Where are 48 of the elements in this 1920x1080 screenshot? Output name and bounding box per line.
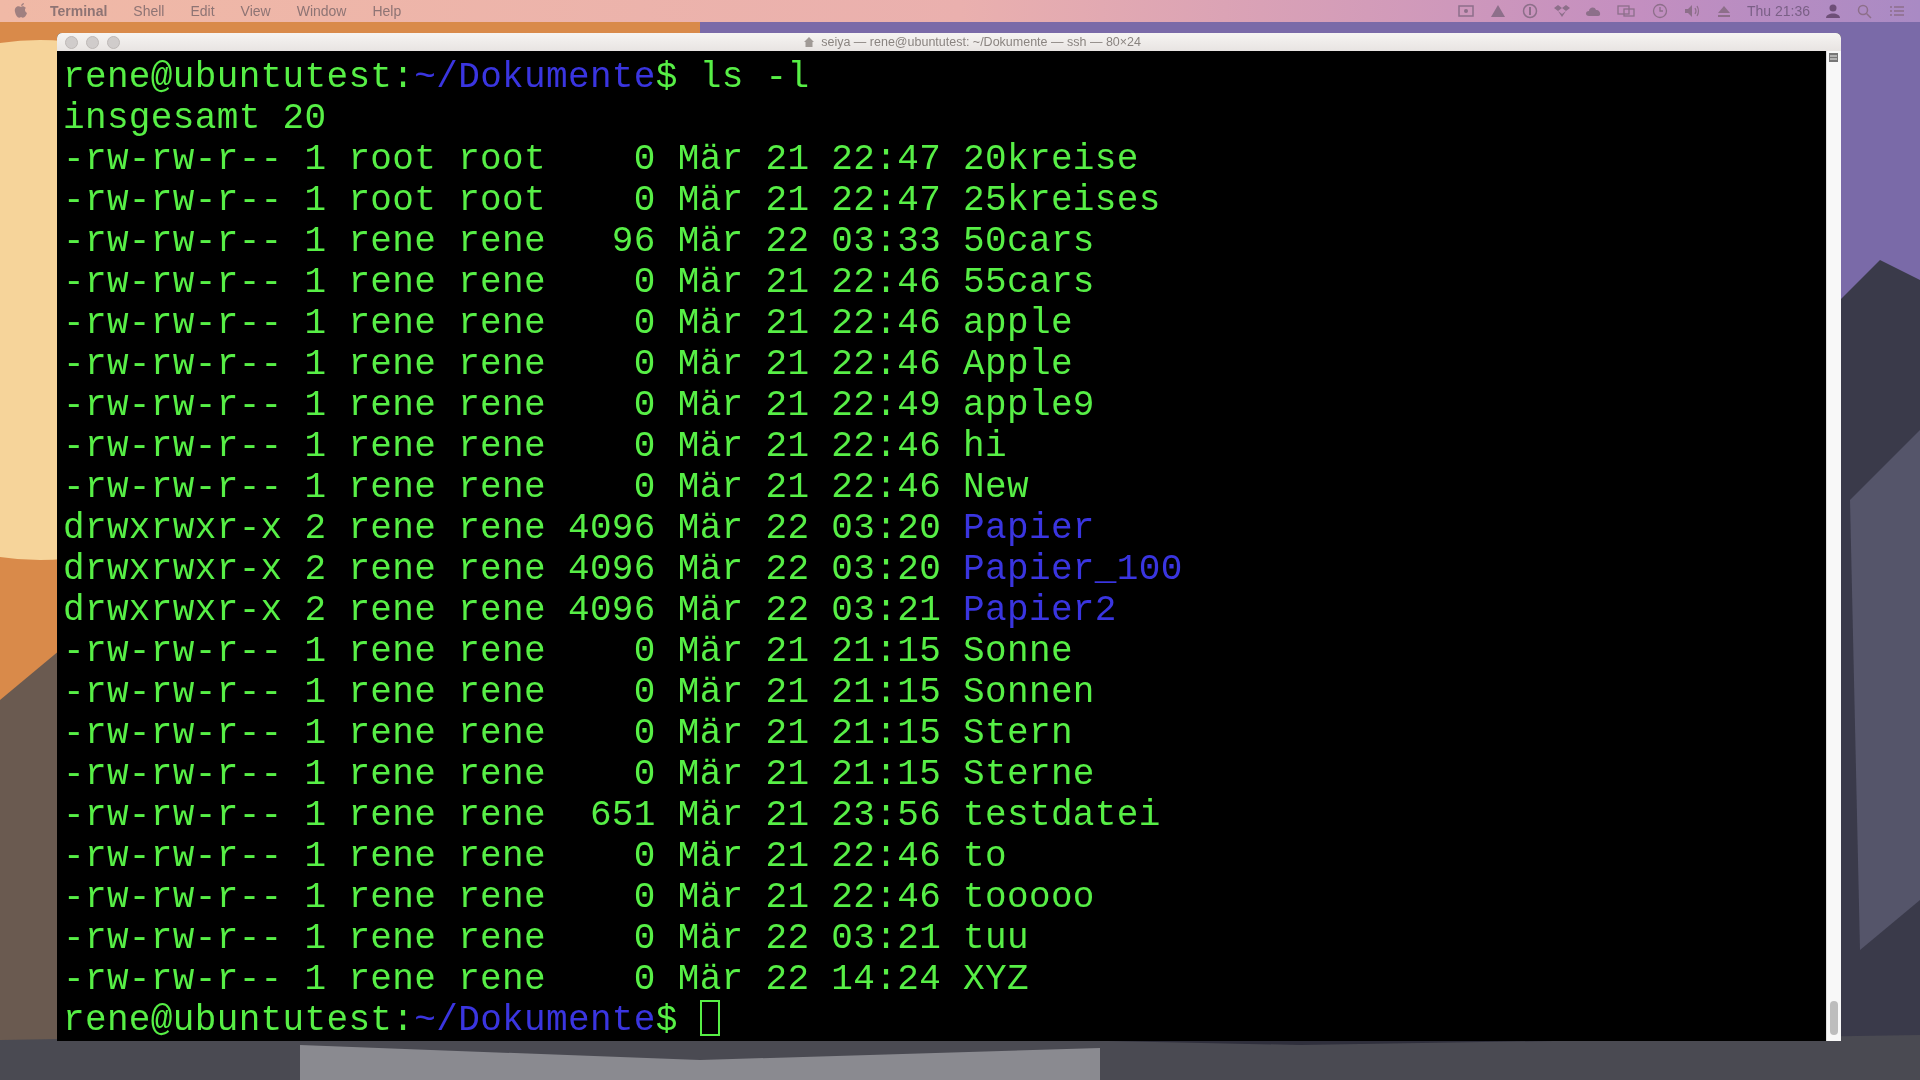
file-listing-line: -rw-rw-r-- 1 rene rene 0 Mär 21 22:46 apple bbox=[63, 303, 1073, 344]
file-listing-line: -rw-rw-r-- 1 rene rene 0 Mär 21 22:46 tooooo bbox=[63, 877, 1095, 918]
triangle-icon[interactable] bbox=[1488, 3, 1507, 19]
file-listing-line: -rw-rw-r-- 1 rene rene 96 Mär 22 03:33 50cars bbox=[63, 221, 1095, 262]
menu-item[interactable]: View bbox=[240, 3, 271, 19]
file-listing-line: -rw-rw-r-- 1 rene rene 0 Mär 21 21:15 Sonne bbox=[63, 631, 1073, 672]
menu-item[interactable]: Help bbox=[372, 3, 402, 19]
file-listing-line: -rw-rw-r-- 1 rene rene 0 Mär 21 22:46 to bbox=[63, 836, 1007, 877]
scroll-bar[interactable] bbox=[1826, 51, 1841, 1041]
zoom-button[interactable] bbox=[107, 35, 120, 49]
scroll-thumb[interactable] bbox=[1830, 1001, 1838, 1035]
file-listing-line: -rw-rw-r-- 1 rene rene 651 Mär 21 23:56 testdatei bbox=[63, 795, 1161, 836]
menu-item[interactable]: Window bbox=[296, 3, 347, 19]
file-listing-line: -rw-rw-r-- 1 rene rene 0 Mär 22 14:24 XYZ bbox=[63, 959, 1029, 1000]
info-icon[interactable] bbox=[1520, 3, 1539, 19]
minimize-button[interactable] bbox=[86, 35, 99, 49]
file-listing-line: -rw-rw-r-- 1 rene rene 0 Mär 21 21:15 Sonnen bbox=[63, 672, 1095, 713]
list-icon[interactable] bbox=[1888, 3, 1906, 19]
close-button[interactable] bbox=[65, 35, 78, 49]
file-listing-line: -rw-rw-r-- 1 rene rene 0 Mär 21 22:46 55cars bbox=[63, 262, 1095, 303]
file-listing-line: -rw-rw-r-- 1 rene rene 0 Mär 21 22:46 Apple bbox=[63, 344, 1073, 385]
user-icon[interactable] bbox=[1824, 3, 1842, 19]
menu-item[interactable]: Terminal bbox=[50, 3, 108, 19]
prompt-line: rene@ubuntutest:~/Dokumente$ bbox=[63, 1000, 720, 1041]
apple-icon[interactable] bbox=[14, 3, 28, 19]
volume-icon[interactable] bbox=[1682, 3, 1701, 19]
file-listing-line: -rw-rw-r-- 1 rene rene 0 Mär 22 03:21 tuu bbox=[63, 918, 1029, 959]
file-listing-line: -rw-rw-r-- 1 root root 0 Mär 21 22:47 20kreise bbox=[63, 139, 1139, 180]
file-listing-line: -rw-rw-r-- 1 rene rene 0 Mär 21 22:49 apple9 bbox=[63, 385, 1095, 426]
file-listing-line: -rw-rw-r-- 1 rene rene 0 Mär 21 21:15 Sterne bbox=[63, 754, 1095, 795]
folder-listing-line: drwxrwxr-x 2 rene rene 4096 Mär 22 03:21 Papier2 bbox=[63, 590, 1117, 631]
window-title: seiya — rene@ubuntutest: ~/Dokumente — ssh — 80×24 bbox=[821, 35, 1141, 49]
file-listing-line: -rw-rw-r-- 1 root root 0 Mär 21 22:47 25kreises bbox=[63, 180, 1161, 221]
menu-clock[interactable]: Thu 21:36 bbox=[1746, 3, 1810, 19]
house-icon bbox=[803, 36, 816, 48]
camera-icon[interactable] bbox=[1456, 3, 1475, 19]
search-icon[interactable] bbox=[1856, 3, 1874, 19]
clock-icon[interactable] bbox=[1650, 3, 1669, 19]
folder-listing-line: drwxrwxr-x 2 rene rene 4096 Mär 22 03:20 Papier_100 bbox=[63, 549, 1183, 590]
folder-listing-line: drwxrwxr-x 2 rene rene 4096 Mär 22 03:20 Papier bbox=[63, 508, 1095, 549]
menu-item[interactable]: Shell bbox=[133, 3, 165, 19]
menu-item[interactable]: Edit bbox=[190, 3, 215, 19]
output-line: insgesamt 20 bbox=[63, 98, 327, 139]
file-listing-line: -rw-rw-r-- 1 rene rene 0 Mär 21 22:46 hi bbox=[63, 426, 1007, 467]
prompt-line: rene@ubuntutest:~/Dokumente$ ls -l bbox=[63, 57, 810, 98]
file-listing-line: -rw-rw-r-- 1 rene rene 0 Mär 21 22:46 New bbox=[63, 467, 1029, 508]
file-listing-line: -rw-rw-r-- 1 rene rene 0 Mär 21 21:15 Stern bbox=[63, 713, 1073, 754]
display-icon[interactable] bbox=[1616, 3, 1637, 19]
